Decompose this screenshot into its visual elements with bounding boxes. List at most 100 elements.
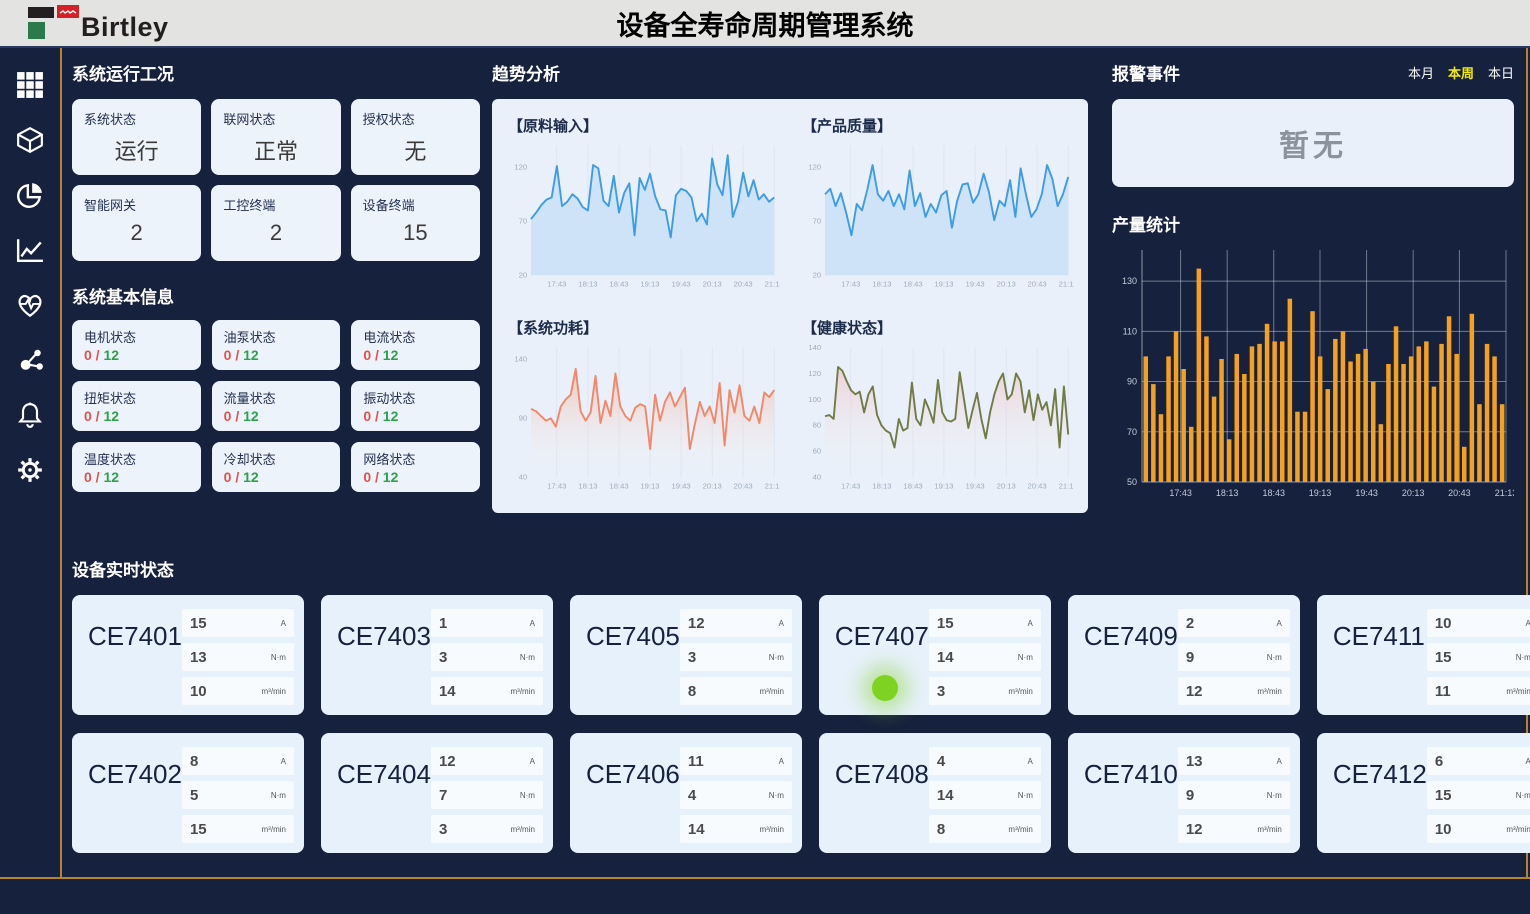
device-card-CE7401[interactable]: CE740115A13N·m10m³/min (72, 595, 304, 715)
info-card: 油泵状态0 / 12 (212, 320, 341, 370)
svg-text:80: 80 (813, 421, 822, 430)
svg-text:50: 50 (1127, 477, 1137, 487)
svg-text:20: 20 (813, 271, 822, 280)
gear-icon[interactable] (15, 455, 45, 485)
metric-unit: A (779, 757, 784, 766)
metric-unit: A (1028, 757, 1033, 766)
svg-text:17:43: 17:43 (841, 482, 860, 491)
info-card-count: 0 / 12 (224, 347, 329, 363)
svg-text:19:13: 19:13 (640, 482, 659, 491)
svg-text:18:13: 18:13 (1216, 488, 1239, 498)
metric-row: 1A (431, 609, 543, 637)
device-metrics: 10A15N·m11m³/min (1427, 609, 1530, 705)
metric-value: 11 (1435, 683, 1451, 700)
svg-text:21:13: 21:13 (1059, 482, 1074, 491)
device-metrics: 1A3N·m14m³/min (431, 609, 543, 705)
metric-value: 7 (439, 787, 447, 804)
health-heart-icon[interactable] (15, 290, 45, 320)
info-card: 冷却状态0 / 12 (212, 442, 341, 492)
metric-row: 12A (431, 747, 543, 775)
alarm-count: 0 / (224, 347, 243, 363)
total-count: 12 (383, 408, 399, 424)
info-card-count: 0 / 12 (84, 347, 189, 363)
cube-icon[interactable] (15, 125, 45, 155)
metric-unit: m³/min (1008, 687, 1032, 696)
sidebar-nav (0, 48, 60, 877)
alarm-tab-本日[interactable]: 本日 (1488, 63, 1514, 82)
trend-chart-svg: 120702017:4318:1318:4319:1319:4320:1320:… (800, 138, 1074, 296)
alarm-count: 0 / (363, 469, 382, 485)
network-molecule-icon[interactable] (15, 345, 45, 375)
metric-unit: A (281, 757, 286, 766)
metric-row: 13A (1178, 747, 1290, 775)
metric-value: 12 (439, 753, 456, 770)
alarm-tab-本周[interactable]: 本周 (1448, 63, 1474, 82)
trend-chart-svg: 120702017:4318:1318:4319:1319:4320:1320:… (506, 138, 780, 296)
trend-charts-card: 【原料输入】120702017:4318:1318:4319:1319:4320… (492, 99, 1088, 513)
metric-value: 4 (688, 787, 696, 804)
trend-chart-0: 【原料输入】120702017:4318:1318:4319:1319:4320… (506, 109, 780, 303)
svg-text:100: 100 (808, 395, 821, 404)
metric-unit: A (1525, 619, 1530, 628)
svg-text:18:43: 18:43 (903, 280, 922, 289)
device-card-CE7406[interactable]: CE740611A4N·m14m³/min (570, 733, 802, 853)
line-chart-icon[interactable] (15, 235, 45, 265)
device-card-CE7411[interactable]: CE741110A15N·m11m³/min (1317, 595, 1530, 715)
device-card-CE7410[interactable]: CE741013A9N·m12m³/min (1068, 733, 1300, 853)
device-card-CE7405[interactable]: CE740512A3N·m8m³/min (570, 595, 802, 715)
metric-unit: N·m (1267, 653, 1282, 662)
metric-row: 8A (182, 747, 294, 775)
info-card-count: 0 / 12 (84, 408, 189, 424)
device-name: CE7405 (586, 621, 680, 705)
devices-section: 设备实时状态 CE740115A13N·m10m³/minCE74031A3N·… (72, 556, 1514, 853)
device-card-CE7407[interactable]: CE740715A14N·m3m³/min (819, 595, 1051, 715)
metric-value: 8 (688, 683, 696, 700)
metric-unit: N·m (520, 653, 535, 662)
trend-title: 趋势分析 (492, 60, 1088, 85)
svg-text:20:43: 20:43 (1027, 482, 1046, 491)
svg-text:20: 20 (519, 271, 528, 280)
trend-chart-svg: 14012010080604017:4318:1318:4319:1319:43… (800, 340, 1074, 498)
device-card-CE7412[interactable]: CE74126A15N·m10m³/min (1317, 733, 1530, 853)
info-card-label: 电流状态 (363, 327, 468, 346)
metric-row: 7N·m (431, 781, 543, 809)
device-card-CE7403[interactable]: CE74031A3N·m14m³/min (321, 595, 553, 715)
info-card-label: 电机状态 (84, 327, 189, 346)
svg-text:18:13: 18:13 (872, 280, 891, 289)
svg-text:40: 40 (519, 473, 528, 482)
metric-value: 6 (1435, 753, 1443, 770)
device-card-CE7409[interactable]: CE74092A9N·m12m³/min (1068, 595, 1300, 715)
status-card-value: 2 (84, 220, 189, 246)
metric-row: 15m³/min (182, 815, 294, 843)
total-count: 12 (103, 408, 119, 424)
status-card-label: 设备终端 (363, 195, 468, 214)
svg-text:20:13: 20:13 (997, 482, 1016, 491)
bell-icon[interactable] (15, 400, 45, 430)
info-card-label: 网络状态 (363, 449, 468, 468)
alarm-tab-本月[interactable]: 本月 (1408, 63, 1434, 82)
device-metrics: 2A9N·m12m³/min (1178, 609, 1290, 705)
logo-black-block (28, 7, 54, 18)
svg-text:18:43: 18:43 (609, 280, 628, 289)
metric-row: 14N·m (929, 643, 1041, 671)
pie-chart-icon[interactable] (15, 180, 45, 210)
svg-text:70: 70 (813, 217, 822, 226)
metric-unit: N·m (1018, 791, 1033, 800)
device-card-CE7404[interactable]: CE740412A7N·m3m³/min (321, 733, 553, 853)
metric-value: 11 (688, 753, 704, 770)
device-card-CE7408[interactable]: CE74084A14N·m8m³/min (819, 733, 1051, 853)
running-indicator-dot (872, 675, 898, 701)
alarm-count: 0 / (84, 347, 103, 363)
device-card-CE7402[interactable]: CE74028A5N·m15m³/min (72, 733, 304, 853)
apps-grid-icon[interactable] (15, 70, 45, 100)
metric-row: 11 A (680, 747, 792, 775)
metric-row: 15A (182, 609, 294, 637)
metric-unit: m³/min (1008, 825, 1032, 834)
metric-row: 2A (1178, 609, 1290, 637)
svg-text:17:43: 17:43 (547, 280, 566, 289)
metric-value: 10 (190, 683, 207, 700)
devices-title: 设备实时状态 (72, 556, 1514, 581)
metric-row: 3m³/min (929, 677, 1041, 705)
system-panel: 系统运行工况 系统状态运行联网状态正常授权状态无智能网关2工控终端2设备终端15… (72, 60, 480, 492)
svg-text:140: 140 (808, 343, 821, 352)
